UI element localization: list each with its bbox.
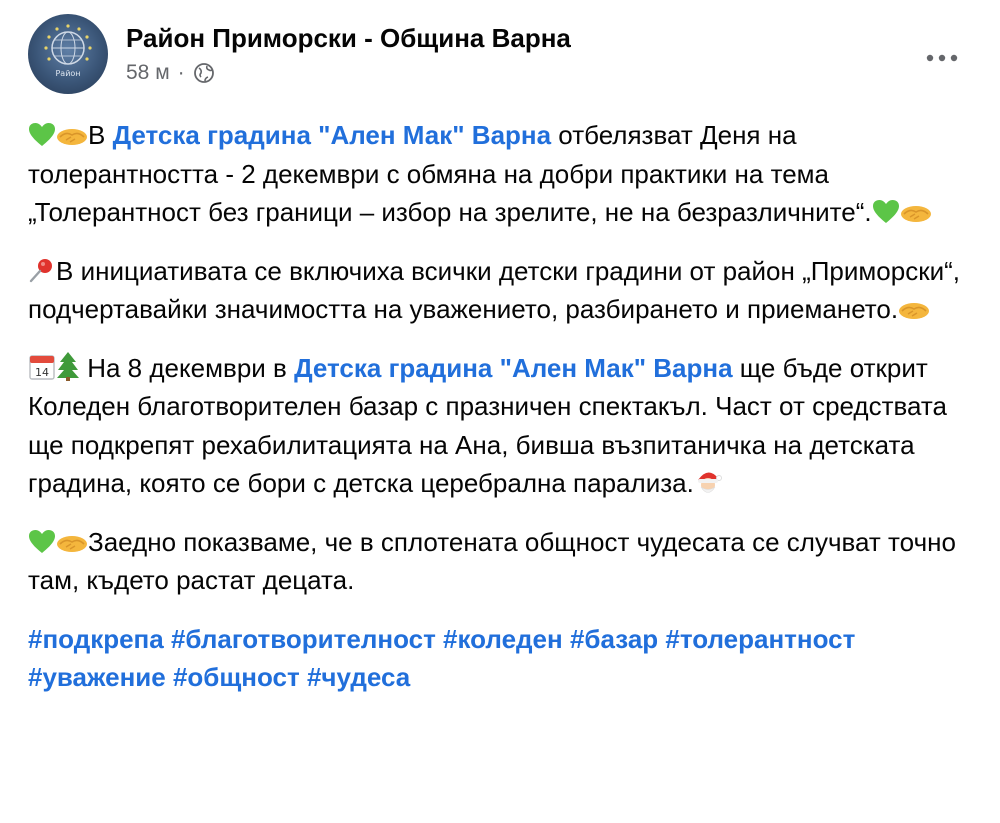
post-timestamp[interactable]: 58 м [126, 60, 170, 86]
handshake-icon [57, 535, 87, 552]
hashtag-podkrepa[interactable]: #подкрепа [28, 624, 164, 654]
santa-icon [697, 472, 722, 493]
paragraph-1-lead: В [88, 120, 113, 150]
paragraph-2: В инициативата се включиха всички детски… [28, 252, 978, 329]
page-name-link[interactable]: Район Приморски - Община Варна [126, 22, 571, 54]
paragraph-3: 14 На 8 декември в Детска градина "Ален … [28, 349, 978, 503]
more-dots-icon [926, 54, 958, 62]
svg-text:14: 14 [35, 366, 49, 379]
hashtag-bazar[interactable]: #базар [570, 624, 658, 654]
hashtag-list: #подкрепа #благотворителност #коледен #б… [28, 620, 978, 697]
christmas-tree-icon [57, 351, 79, 381]
paragraph-1: В Детска градина "Ален Мак" Варна отбеля… [28, 116, 978, 232]
separator-dot: · [177, 61, 185, 84]
green-heart-icon [29, 123, 55, 146]
svg-text:Район: Район [55, 69, 80, 78]
hashtag-blagotvoritelnost[interactable]: #благотворителност [171, 624, 436, 654]
post-subline: 58 м · [126, 60, 571, 86]
kindergarten-link-1[interactable]: Детска градина "Ален Мак" Варна [113, 120, 552, 150]
facebook-post: Район Район Приморски - Община Варна 58 … [0, 0, 1000, 823]
green-heart-icon [29, 529, 55, 553]
page-avatar[interactable]: Район [28, 14, 108, 94]
green-heart-icon [872, 200, 899, 223]
post-text: В Детска градина "Ален Мак" Варна отбеля… [28, 116, 978, 717]
calendar-icon: 14 [29, 354, 55, 380]
hashtag-koleden[interactable]: #коледен [443, 624, 563, 654]
post-header: Район Район Приморски - Община Варна 58 … [28, 14, 571, 94]
paragraph-2-text: В инициативата се включиха всички детски… [28, 255, 960, 325]
hashtag-obshtnost[interactable]: #общност [173, 662, 300, 692]
handshake-icon [900, 206, 931, 222]
hashtag-uvazhenie[interactable]: #уважение [28, 662, 166, 692]
pushpin-icon [29, 258, 52, 282]
paragraph-4: Заедно показваме, че в сплотената общнос… [28, 523, 978, 600]
post-meta: Район Приморски - Община Варна 58 м · [126, 22, 571, 86]
hashtag-chudesa[interactable]: #чудеса [307, 662, 410, 692]
more-options-button[interactable] [920, 36, 964, 80]
kindergarten-link-2[interactable]: Детска градина "Ален Мак" Варна [294, 353, 733, 383]
paragraph-4-text: Заедно показваме, че в сплотената общнос… [28, 526, 956, 596]
handshake-icon [899, 303, 930, 319]
hashtag-tolerantnost[interactable]: #толерантност [665, 624, 855, 654]
handshake-icon [57, 129, 87, 145]
paragraph-3-lead: На 8 декември в [80, 352, 295, 383]
globe-icon[interactable] [193, 62, 215, 84]
municipality-logo-icon: Район [44, 24, 92, 78]
